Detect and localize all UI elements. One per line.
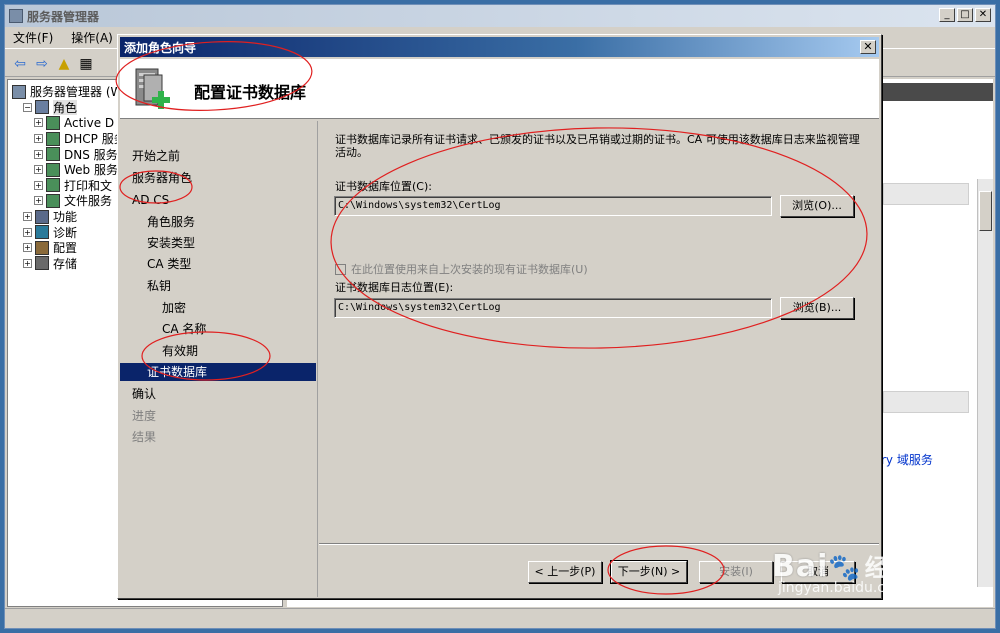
wizard-step-item[interactable]: 开始之前 [120,147,316,165]
reuse-database-label: 在此位置使用来自上次安装的现有证书数据库(U) [351,263,588,276]
forward-arrow-icon[interactable]: ⇨ [33,55,51,73]
expand-icon[interactable]: + [34,180,43,190]
section-bar-2 [883,391,969,413]
details-scrollbar[interactable] [977,179,993,587]
wizard-step-item[interactable]: 服务器角色 [120,169,316,187]
back-arrow-icon[interactable]: ⇦ [11,55,29,73]
add-roles-wizard: 添加角色向导 ✕ 配置证书数据库 开始之前服务器角色 AD CS 角色服务安装类型 C… [117,34,882,599]
directory-services-link[interactable]: ry 域服务 [881,451,933,468]
role-icon [46,193,60,208]
watermark-url: jingyan.baidu.com [778,580,908,596]
menu-action[interactable]: 操作(A) [71,29,113,46]
up-folder-icon[interactable]: ▲ [55,55,73,73]
tree-item-label: 诊断 [53,225,78,240]
install-button: 安装(I) [699,561,773,583]
certificate-server-icon [135,68,170,109]
wizard-step-item[interactable]: 角色服务 [120,213,316,231]
wizard-step-item[interactable]: 有效期 [120,342,316,360]
main-window-title: 服务器管理器 [27,9,100,24]
tree-item-label: 服务器管理器 (W [30,85,123,100]
log-location-label: 证书数据库日志位置(E): [335,281,454,294]
features-icon [35,209,49,224]
role-icon [46,131,60,146]
role-icon [46,147,60,162]
baidu-watermark: Bai🐾 经验 jingyan.baidu.com [772,548,913,596]
tree-item-label: 配置 [53,241,78,256]
wizard-header: 配置证书数据库 [120,59,879,119]
scrollbar-thumb[interactable] [979,191,992,231]
wizard-step-item[interactable]: 加密 [120,299,316,317]
close-button[interactable]: ✕ [975,8,991,22]
db-location-field[interactable]: C:\Windows\system32\CertLog [334,196,772,216]
expand-icon[interactable]: + [23,258,32,268]
wizard-step-item[interactable]: 证书数据库 [120,363,316,381]
tree-item-label: 文件服务 [64,194,113,209]
wizard-step-item[interactable]: CA 类型 [120,255,316,273]
wizard-step-item[interactable]: 安装类型 [120,234,316,252]
roles-icon [35,100,49,115]
role-icon [46,162,60,177]
expand-icon[interactable]: + [23,227,32,237]
role-icon [46,115,60,130]
expand-icon[interactable]: + [23,212,32,222]
wizard-step-item[interactable]: 确认 [120,385,316,403]
expand-icon[interactable]: + [34,165,43,175]
tree-item-label: 功能 [53,210,78,225]
expand-icon[interactable]: + [34,149,43,159]
tree-item-label: 打印和文 [64,178,113,193]
expand-icon[interactable]: + [23,243,32,253]
reuse-database-checkbox[interactable] [335,263,346,275]
wizard-step-list: 开始之前服务器角色 AD CS 角色服务安装类型 CA 类型私钥加密 CA 名称有效期证… [120,121,318,597]
wizard-title: 添加角色向导 [124,40,197,55]
expand-icon[interactable]: + [34,196,43,206]
diagnostics-icon [35,225,49,240]
wizard-page-title: 配置证书数据库 [194,83,307,102]
configuration-icon [35,240,49,255]
wizard-step-item: 进度 [132,409,157,423]
main-titlebar[interactable]: 服务器管理器 _ □ ✕ [5,5,995,27]
status-bar [5,608,995,628]
menu-file[interactable]: 文件(F) [13,29,53,46]
section-bar-1 [883,183,969,205]
log-location-field[interactable]: C:\Windows\system32\CertLog [334,298,772,318]
server-manager-icon [9,9,23,23]
wizard-step-item[interactable]: 私钥 [120,277,316,295]
server-manager-icon [12,84,26,99]
wizard-close-button[interactable]: ✕ [860,40,876,54]
watermark-brand-cn: 经验 [864,554,913,582]
wizard-step-item[interactable]: AD CS [120,191,316,209]
role-icon [46,178,60,193]
show-hide-tree-icon[interactable]: ▦ [77,55,95,73]
wizard-step-item[interactable]: CA 名称 [120,320,316,338]
tree-item-label: Web 服务 [64,163,118,178]
db-location-label: 证书数据库位置(C): [335,180,432,193]
wizard-titlebar[interactable]: 添加角色向导 ✕ [120,37,879,57]
storage-icon [35,256,49,271]
browse-log-button[interactable]: 浏览(B)... [780,297,854,319]
tree-item-label: Active D [64,115,115,130]
expand-icon[interactable]: + [34,118,43,128]
browse-db-button[interactable]: 浏览(O)... [780,195,854,217]
wizard-step-item: 结果 [132,430,157,444]
back-button[interactable]: < 上一步(P) [528,561,602,583]
paw-icon: 🐾 [828,553,861,583]
database-description: 证书数据库记录所有证书请求、已颁发的证书以及已吊销或过期的证书。CA 可使用该数… [335,133,860,159]
wizard-content: 证书数据库记录所有证书请求、已颁发的证书以及已吊销或过期的证书。CA 可使用该数… [319,121,879,541]
tree-item-label: 存储 [53,256,78,271]
watermark-brand: Bai [772,549,829,584]
reuse-database-option[interactable]: 在此位置使用来自上次安装的现有证书数据库(U) [335,261,588,277]
expand-icon[interactable]: + [34,134,43,144]
maximize-button[interactable]: □ [957,8,973,22]
collapse-icon[interactable]: − [23,102,32,112]
next-button[interactable]: 下一步(N) > [610,560,688,584]
tree-item-label: DNS 服务 [64,147,118,162]
tree-item-label: 角色 [53,99,78,116]
minimize-button[interactable]: _ [939,8,955,22]
